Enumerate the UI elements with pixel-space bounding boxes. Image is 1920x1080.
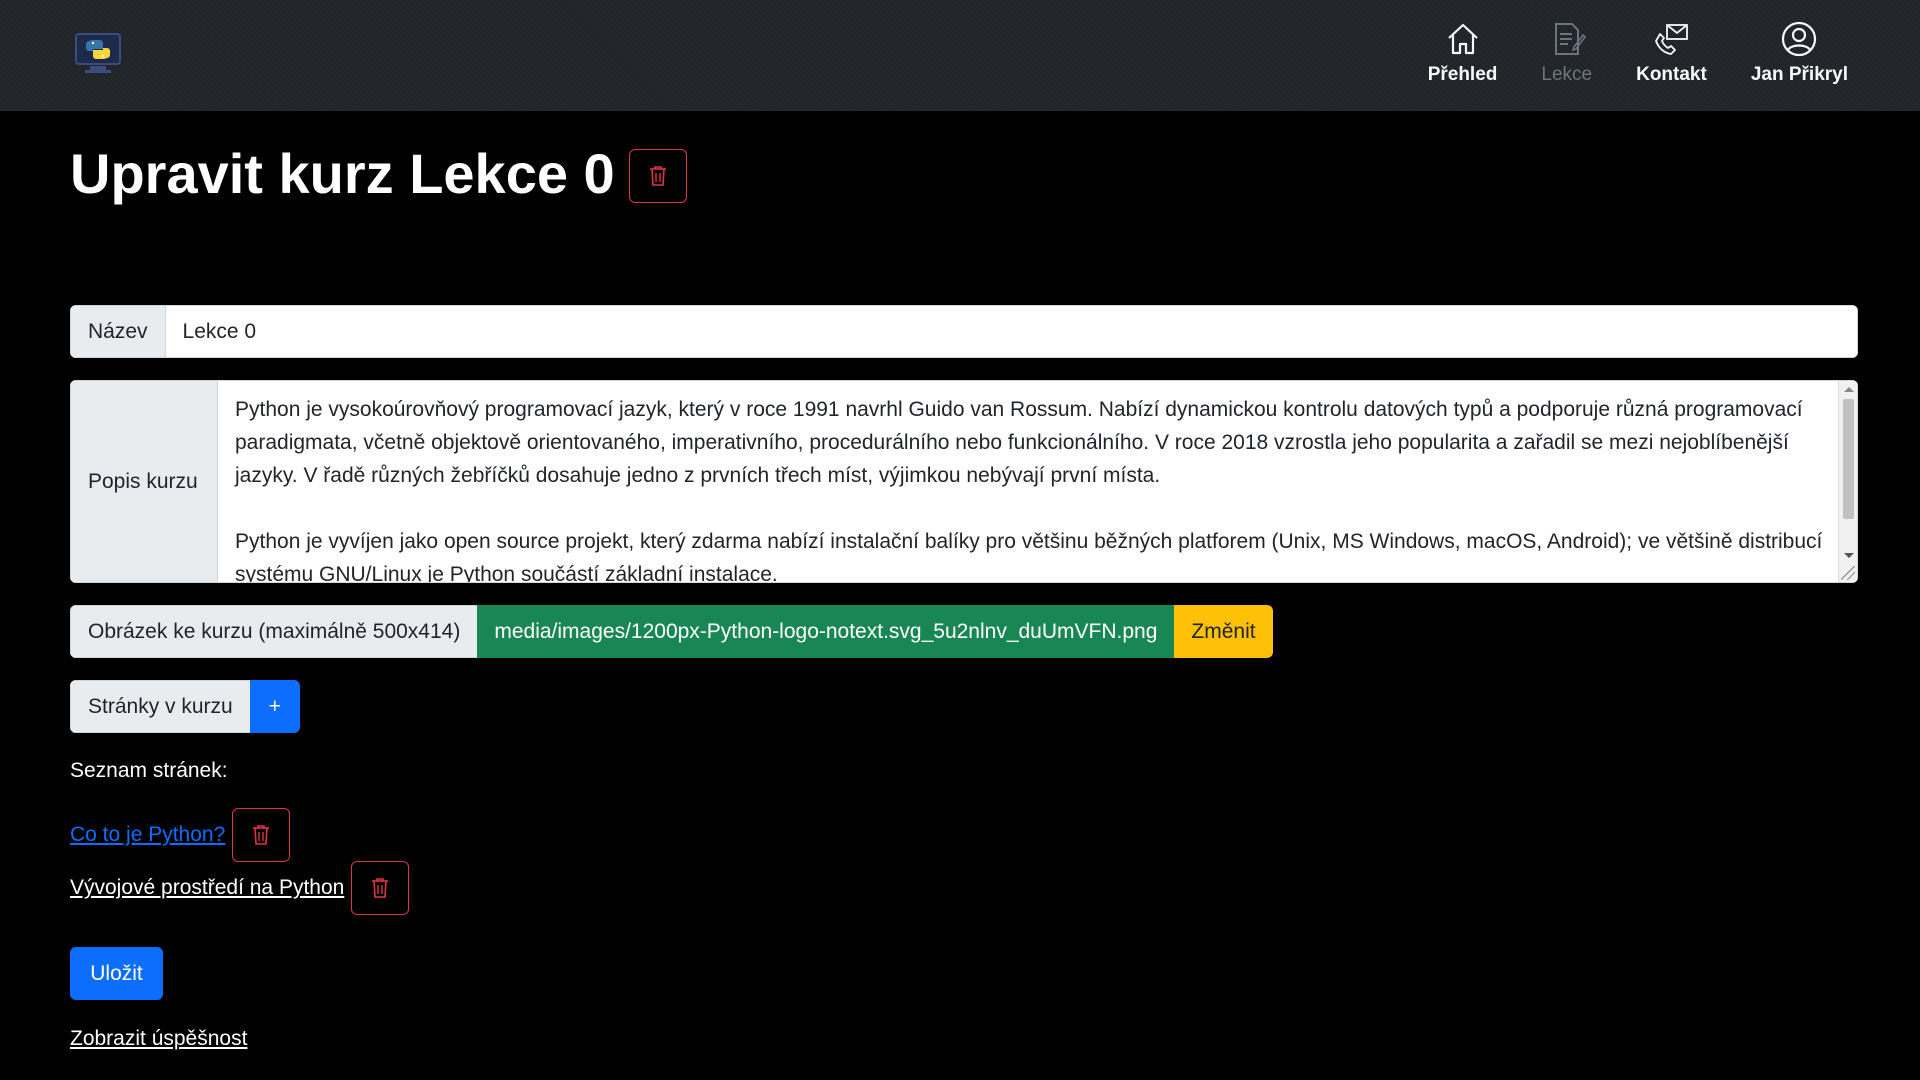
nav-item-label: Přehled <box>1427 64 1498 85</box>
delete-page-button[interactable] <box>351 861 410 915</box>
nav-item-label: Lekce <box>1541 64 1593 85</box>
image-label: Obrázek ke kurzu (maximálně 500x414) <box>70 605 478 658</box>
scroll-thumb[interactable] <box>1843 399 1854 519</box>
home-icon <box>1447 23 1478 55</box>
scroll-down-arrow-icon[interactable] <box>1844 553 1854 558</box>
description-label: Popis kurzu <box>70 380 217 583</box>
trash-icon <box>253 825 270 845</box>
change-image-button[interactable]: Změnit <box>1174 605 1273 658</box>
description-input-group: Popis kurzu Python je vysokoúrovňový pro… <box>70 380 1858 583</box>
page-link[interactable]: Co to je Python? <box>70 823 225 847</box>
contact-icon <box>1655 24 1689 55</box>
nav-item-label: Jan Přikryl <box>1750 64 1848 85</box>
nav-item-label: Kontakt <box>1636 64 1707 85</box>
lesson-icon <box>1554 23 1586 55</box>
nav-item-prehled[interactable]: Přehled <box>1427 0 1498 86</box>
nav-menu: Přehled Lekce Kontakt Jan Přikryl <box>1384 0 1848 111</box>
pages-input-group: Stránky v kurzu + <box>70 680 300 733</box>
description-textarea[interactable]: Python je vysokoúrovňový programovací ja… <box>217 380 1858 583</box>
image-input-group: Obrázek ke kurzu (maximálně 500x414) med… <box>70 605 1273 658</box>
page-header: Upravit kurz Lekce 0 <box>70 140 687 208</box>
user-icon <box>1782 21 1817 57</box>
nav-item-kontakt[interactable]: Kontakt <box>1636 0 1707 86</box>
delete-course-button[interactable] <box>628 149 687 203</box>
scroll-up-arrow-icon[interactable] <box>1844 387 1854 392</box>
save-button[interactable]: Uložit <box>70 947 163 1000</box>
name-input-group: Název Lekce 0 <box>70 305 1858 358</box>
nav-item-lekce[interactable]: Lekce <box>1541 0 1592 86</box>
page-title: Upravit kurz Lekce 0 <box>70 142 615 205</box>
image-path: media/images/1200px-Python-logo-notext.s… <box>477 605 1175 658</box>
nav-item-user[interactable]: Jan Přikryl <box>1751 0 1848 86</box>
python-logo-icon[interactable] <box>74 32 122 74</box>
trash-icon <box>372 878 389 898</box>
list-item: Vývojové prostředí na Python <box>70 861 410 915</box>
page-link[interactable]: Vývojové prostředí na Python <box>70 876 344 900</box>
pages-list-label: Seznam stránek: <box>70 759 228 782</box>
add-page-button[interactable]: + <box>249 680 300 733</box>
top-navbar: Přehled Lekce Kontakt Jan Přikryl <box>0 0 1920 111</box>
delete-page-button[interactable] <box>232 808 291 862</box>
name-input[interactable]: Lekce 0 <box>164 305 1858 358</box>
name-label: Název <box>70 305 165 358</box>
description-paragraph: Python je vysokoúrovňový programovací ja… <box>235 398 1803 487</box>
textarea-scrollbar[interactable] <box>1838 381 1857 582</box>
trash-icon <box>649 166 666 186</box>
resize-grip-icon[interactable] <box>1841 566 1855 580</box>
list-item: Co to je Python? <box>70 808 291 862</box>
description-paragraph: Python je vyvíjen jako open source proje… <box>235 530 1823 583</box>
show-success-link[interactable]: Zobrazit úspěšnost <box>70 1027 247 1051</box>
pages-label: Stránky v kurzu <box>70 680 250 733</box>
